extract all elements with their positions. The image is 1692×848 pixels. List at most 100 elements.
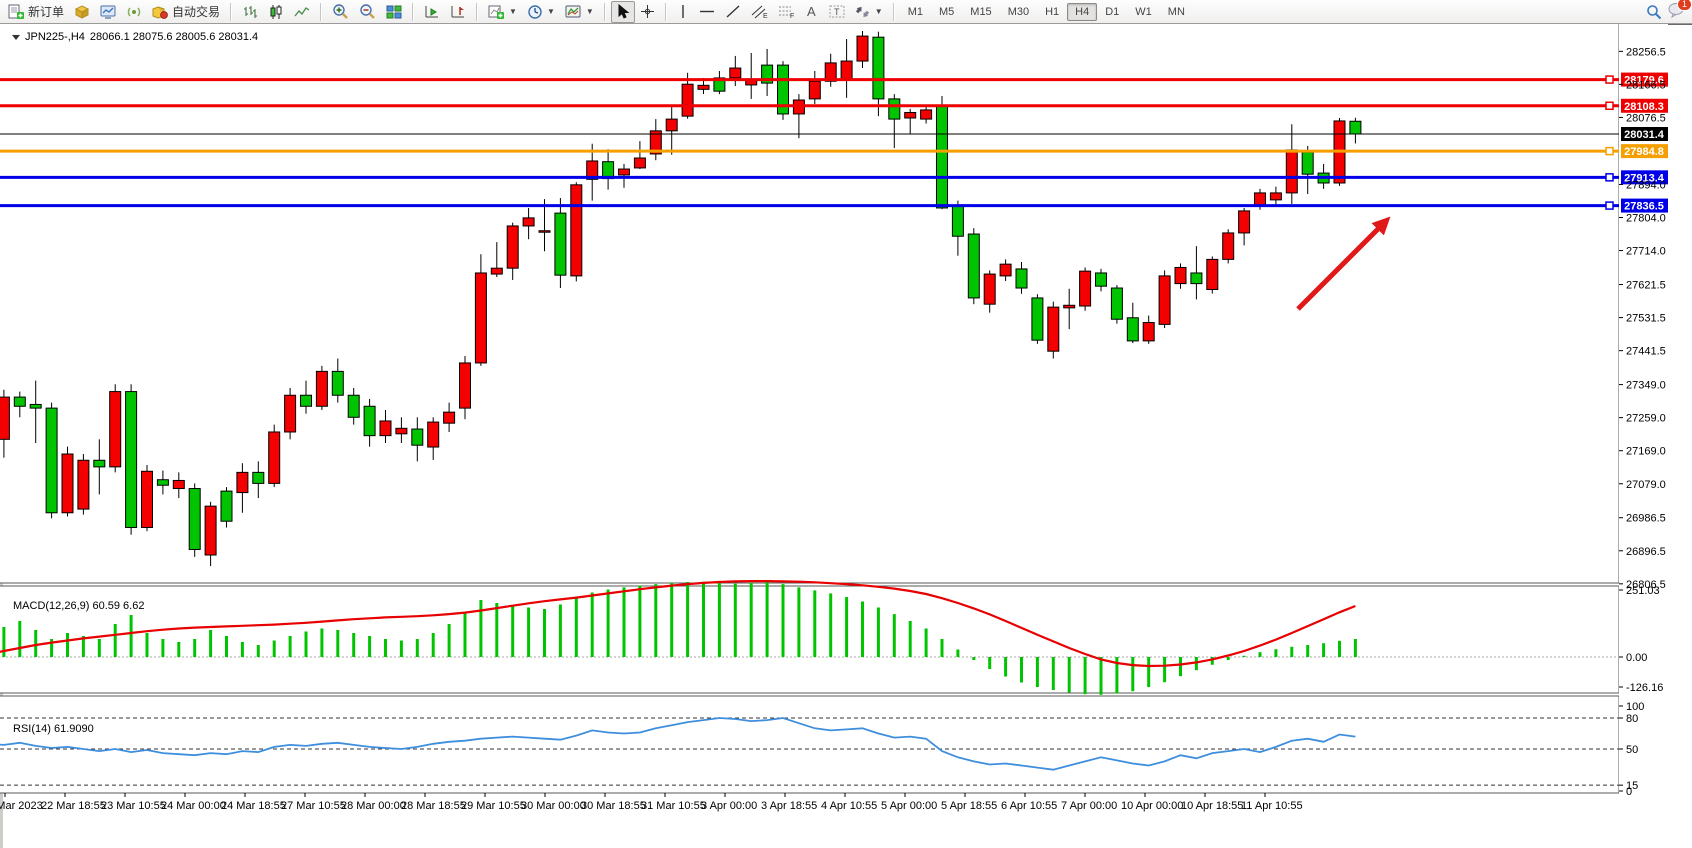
candle-bullish: [444, 412, 455, 423]
indicators-button[interactable]: ▼: [483, 1, 522, 23]
time-axis-label: 23 Mar 10:55: [101, 800, 166, 812]
templates-button[interactable]: ▼: [560, 1, 599, 23]
price-axis-tick-label: 28166.5: [1626, 79, 1666, 91]
signal-button[interactable]: [121, 1, 147, 23]
market-watch-icon: [100, 4, 116, 20]
candle-bullish: [62, 454, 73, 513]
autotrade-icon: [152, 4, 169, 20]
time-axis-label: 7 Apr 00:00: [1061, 800, 1117, 812]
text-label-button[interactable]: T: [824, 1, 850, 23]
cursor-button[interactable]: [611, 1, 635, 23]
candle-bullish: [539, 231, 550, 233]
time-axis-label: 30 Mar 18:55: [581, 800, 646, 812]
channel-button[interactable]: E: [746, 1, 773, 23]
line-handle[interactable]: [1606, 76, 1613, 83]
time-axis-label: 24 Mar 18:55: [221, 800, 286, 812]
price-axis-tick-label: 26986.5: [1626, 513, 1666, 525]
symbols-button[interactable]: [69, 1, 95, 23]
toolbar-separator: [604, 3, 606, 21]
time-axis-label: 10 Apr 00:00: [1121, 800, 1183, 812]
candle-bearish: [332, 371, 343, 395]
line-chart-button[interactable]: [289, 1, 315, 23]
periods-button[interactable]: ▼: [522, 1, 560, 23]
chevron-down-icon[interactable]: [12, 35, 20, 40]
timeframe-W1[interactable]: W1: [1127, 3, 1160, 21]
candle-chart-button[interactable]: [263, 1, 289, 23]
search-icon[interactable]: [1646, 4, 1662, 20]
bar-chart-button[interactable]: [237, 1, 263, 23]
time-axis-label: 5 Apr 18:55: [941, 800, 997, 812]
candle-bullish: [1175, 267, 1186, 283]
line-handle[interactable]: [1606, 102, 1613, 109]
chat-button[interactable]: 1: [1668, 2, 1686, 21]
new-order-button[interactable]: 新订单: [3, 1, 69, 23]
candle-bullish: [698, 85, 709, 89]
timeframe-M5[interactable]: M5: [931, 3, 962, 21]
fibonacci-button[interactable]: F: [773, 1, 800, 23]
timeframe-M15[interactable]: M15: [962, 3, 999, 21]
timeframe-M30[interactable]: M30: [1000, 3, 1037, 21]
candle-bullish: [1239, 211, 1250, 233]
timeframe-D1[interactable]: D1: [1097, 3, 1127, 21]
candle-bearish: [889, 99, 900, 119]
new-order-label: 新订单: [28, 3, 64, 20]
text-button[interactable]: A: [800, 1, 824, 23]
timeframe-H1[interactable]: H1: [1037, 3, 1067, 21]
chevron-down-icon: ▼: [547, 7, 555, 16]
channel-icon: E: [751, 4, 768, 19]
bar-chart-icon: [242, 4, 258, 20]
chart-symbol-label: JPN225-,H4 28066.1 28075.6 28005.6 28031…: [12, 31, 258, 43]
timeframe-MN[interactable]: MN: [1160, 3, 1193, 21]
zoom-in-button[interactable]: [327, 1, 354, 23]
zoom-out-button[interactable]: [354, 1, 381, 23]
timeframe-M1[interactable]: M1: [900, 3, 931, 21]
line-handle[interactable]: [1606, 174, 1613, 181]
autotrade-button[interactable]: 自动交易: [147, 1, 225, 23]
vline-button[interactable]: [672, 1, 694, 23]
price-axis-tick-label: 28256.5: [1626, 46, 1666, 58]
line-handle[interactable]: [1606, 148, 1613, 155]
candle-bullish: [380, 421, 391, 436]
candle-bearish: [555, 213, 566, 275]
candle-bearish: [30, 404, 41, 408]
time-axis-label: 27 Mar 10:55: [281, 800, 346, 812]
price-axis-tick-label: 27441.5: [1626, 346, 1666, 358]
candle-bearish: [1111, 288, 1122, 319]
candle-bullish: [1255, 193, 1266, 206]
auto-scroll-icon: [424, 4, 440, 20]
timeframe-toolbar: M1M5M15M30H1H4D1W1MN: [897, 1, 1196, 23]
hline-button[interactable]: [694, 1, 720, 23]
crosshair-button[interactable]: [635, 1, 660, 23]
candle-bullish: [396, 428, 407, 434]
main-toolbar: 新订单: [0, 0, 1692, 24]
auto-scroll-button[interactable]: [419, 1, 445, 23]
candle-bearish: [1032, 298, 1043, 340]
candle-bullish: [1159, 276, 1170, 324]
price-axis-tick-label: 26896.5: [1626, 546, 1666, 558]
candle-bullish: [1207, 259, 1218, 289]
tile-windows-button[interactable]: [381, 1, 407, 23]
time-axis-label: 5 Apr 00:00: [881, 800, 937, 812]
candle-bullish: [475, 273, 486, 363]
candle-bullish: [491, 268, 502, 274]
arrows-button[interactable]: ▼: [850, 1, 888, 23]
candle-bullish: [0, 397, 9, 439]
line-handle[interactable]: [1606, 202, 1613, 209]
time-axis-label: 10 Apr 18:55: [1181, 800, 1243, 812]
candle-bullish: [809, 81, 820, 99]
trendline-button[interactable]: [720, 1, 746, 23]
candle-bullish: [285, 395, 296, 432]
rsi-axis-label: 50: [1626, 744, 1638, 756]
candle-bearish: [253, 472, 264, 483]
candle-bearish: [221, 491, 232, 521]
price-line-label: 27836.5: [1624, 201, 1664, 213]
time-axis-label: 29 Mar 10:55: [461, 800, 526, 812]
market-watch-button[interactable]: [95, 1, 121, 23]
price-chart[interactable]: 28179.628108.328031.427984.827913.427836…: [0, 0, 1692, 823]
new-order-icon: [8, 4, 25, 20]
candle-bullish: [921, 110, 932, 119]
timeframe-H4[interactable]: H4: [1067, 3, 1097, 21]
chart-shift-button[interactable]: [445, 1, 471, 23]
trendline-icon: [725, 4, 741, 19]
price-axis-tick-label: 27079.0: [1626, 479, 1666, 491]
